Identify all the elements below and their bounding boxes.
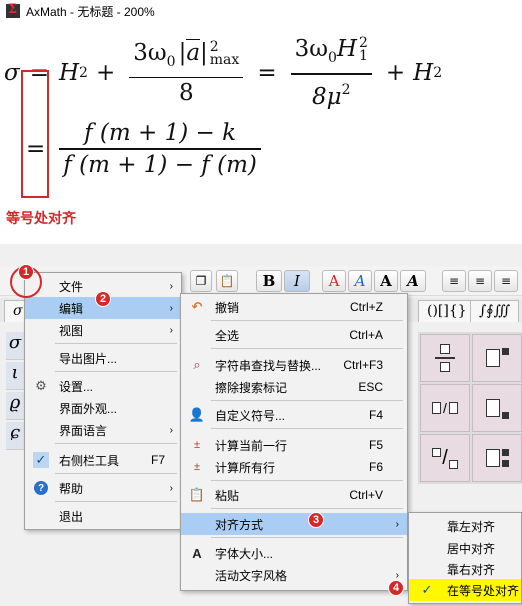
fraction-template-button[interactable] [420,334,470,382]
inline-fraction-template-button[interactable]: / [420,384,470,432]
menu-item-clear-marks[interactable]: 擦除搜索标记 ESC [181,376,407,398]
edit-menu: ↶ 撤销 Ctrl+Z 全选 Ctrl+A ⌕ 字符串查找与替换... Ctrl+F3 擦… [180,293,408,591]
clipboard-icon: 📋 [188,487,206,502]
symbol-button[interactable]: ι [6,362,24,390]
menu-item-select-all[interactable]: 全选 Ctrl+A [181,324,407,346]
step-badge: 4 [388,580,404,596]
menu-item-appearance[interactable]: 界面外观... [25,397,181,419]
italic-button[interactable]: I [284,270,310,292]
help-icon: ? [33,480,49,496]
title-bar: Σ AxMath - 无标题 - 200% [0,0,522,22]
paste-icon[interactable]: 📋 [216,270,238,292]
menu-item-align-left[interactable]: 靠左对齐 [409,515,521,537]
menu-item-calc-line[interactable]: ± 计算当前一行 F5 [181,434,407,456]
equals-highlight-box [21,70,49,198]
menu-item-align-at-equals[interactable]: ✓ 在等号处对齐 [409,579,521,601]
menu-item-font-size[interactable]: A 字体大小... [181,542,407,564]
symbol-column: σ ι ϱ ɕ [6,332,24,488]
fraction: f (m + 1) − k f (m + 1) − f (m) [59,118,261,180]
calculator-icon: ± [193,461,201,473]
format-a-button[interactable]: A [374,270,398,292]
alignment-menu: 靠左对齐 居中对齐 靠右对齐 ✓ 在等号处对齐 [408,512,522,604]
tab-integrals[interactable]: ∫∮∭ [470,300,520,322]
fraction: 3ω0 |a| 2 max 8 [129,38,244,109]
menu-item-right-sidebar[interactable]: ✓ 右侧栏工具 F7 [25,449,181,471]
template-palette: / / [418,332,522,484]
math-document[interactable]: σ = H2 + 3ω0 |a| 2 max 8 = 3ω0H 2 1 8μ2 + H2 … [0,22,522,244]
symbol-button[interactable]: σ [6,332,24,360]
menu-item-paste[interactable]: 📋 粘贴 Ctrl+V [181,484,407,506]
menu-item-alignment[interactable]: 对齐方式 › [181,513,407,535]
bold-button[interactable]: B [256,270,282,292]
symbol-button[interactable]: ϱ [6,392,24,420]
menu-item-custom-symbol[interactable]: 👤 自定义符号... F4 [181,404,407,426]
step-badge: 3 [308,512,324,528]
fraction: 3ω0H 2 1 8μ2 [290,34,372,112]
superscript-template-button[interactable] [472,334,522,382]
annotation-label: 等号处对齐 [6,210,76,226]
menu-item-exit[interactable]: 退出 [25,505,181,527]
menu-item-calc-all[interactable]: ± 计算所有行 F6 [181,456,407,478]
tab-brackets[interactable]: ()[]{} [418,300,476,322]
align-left-icon[interactable]: ≡ [442,270,466,292]
search-icon: ⌕ [193,357,201,372]
calculator-icon: ± [193,439,201,451]
menu-item-export-image[interactable]: 导出图片... [25,347,181,369]
align-right-icon[interactable]: ≡ [494,270,518,292]
app-logo-icon: Σ [6,2,20,18]
step-badge: 2 [95,291,111,307]
menu-item-undo[interactable]: ↶ 撤销 Ctrl+Z [181,296,407,318]
equation-row-1: σ = H2 + 3ω0 |a| 2 max 8 = 3ω0H 2 1 8μ2 + H2 [4,34,443,112]
format-a-button[interactable]: A [348,270,372,292]
equation-row-2: = f (m + 1) − k f (m + 1) − f (m) [26,118,267,180]
undo-icon: ↶ [191,299,203,314]
sigma-symbol: σ [4,59,20,86]
menu-item-align-center[interactable]: 居中对齐 [409,537,521,559]
menu-item-align-right[interactable]: 靠右对齐 [409,558,521,580]
subscript-template-button[interactable] [472,384,522,432]
slash-fraction-template-button[interactable]: / [420,434,470,482]
align-center-icon[interactable]: ≡ [468,270,492,292]
format-a-button[interactable]: A [322,270,346,292]
menu-item-active-text-style[interactable]: 活动文字风格 › [181,564,407,586]
sub-superscript-template-button[interactable] [472,434,522,482]
copy-icon[interactable]: ❐ [190,270,212,292]
checkmark-icon: ✓ [421,582,433,597]
gear-icon: ⚙ [35,378,47,393]
step-badge: 1 [18,264,34,280]
menu-item-find-replace[interactable]: ⌕ 字符串查找与替换... Ctrl+F3 [181,354,407,376]
format-a-button[interactable]: A [400,270,426,292]
menu-item-view[interactable]: 视图 › [25,319,181,341]
window-title: AxMath - 无标题 - 200% [26,4,155,19]
checkmark-icon: ✓ [33,452,49,468]
menu-item-language[interactable]: 界面语言 › [25,419,181,441]
user-icon: 👤 [188,407,206,422]
menu-item-help[interactable]: ? 帮助 › [25,477,181,499]
font-size-icon: A [192,545,202,561]
main-menu: 文件 › 编辑 › 视图 › 导出图片... ⚙ 设置... 界面外观... 界面语言 ›… [24,272,182,530]
symbol-button[interactable]: ɕ [6,422,24,450]
menu-item-settings[interactable]: ⚙ 设置... [25,375,181,397]
